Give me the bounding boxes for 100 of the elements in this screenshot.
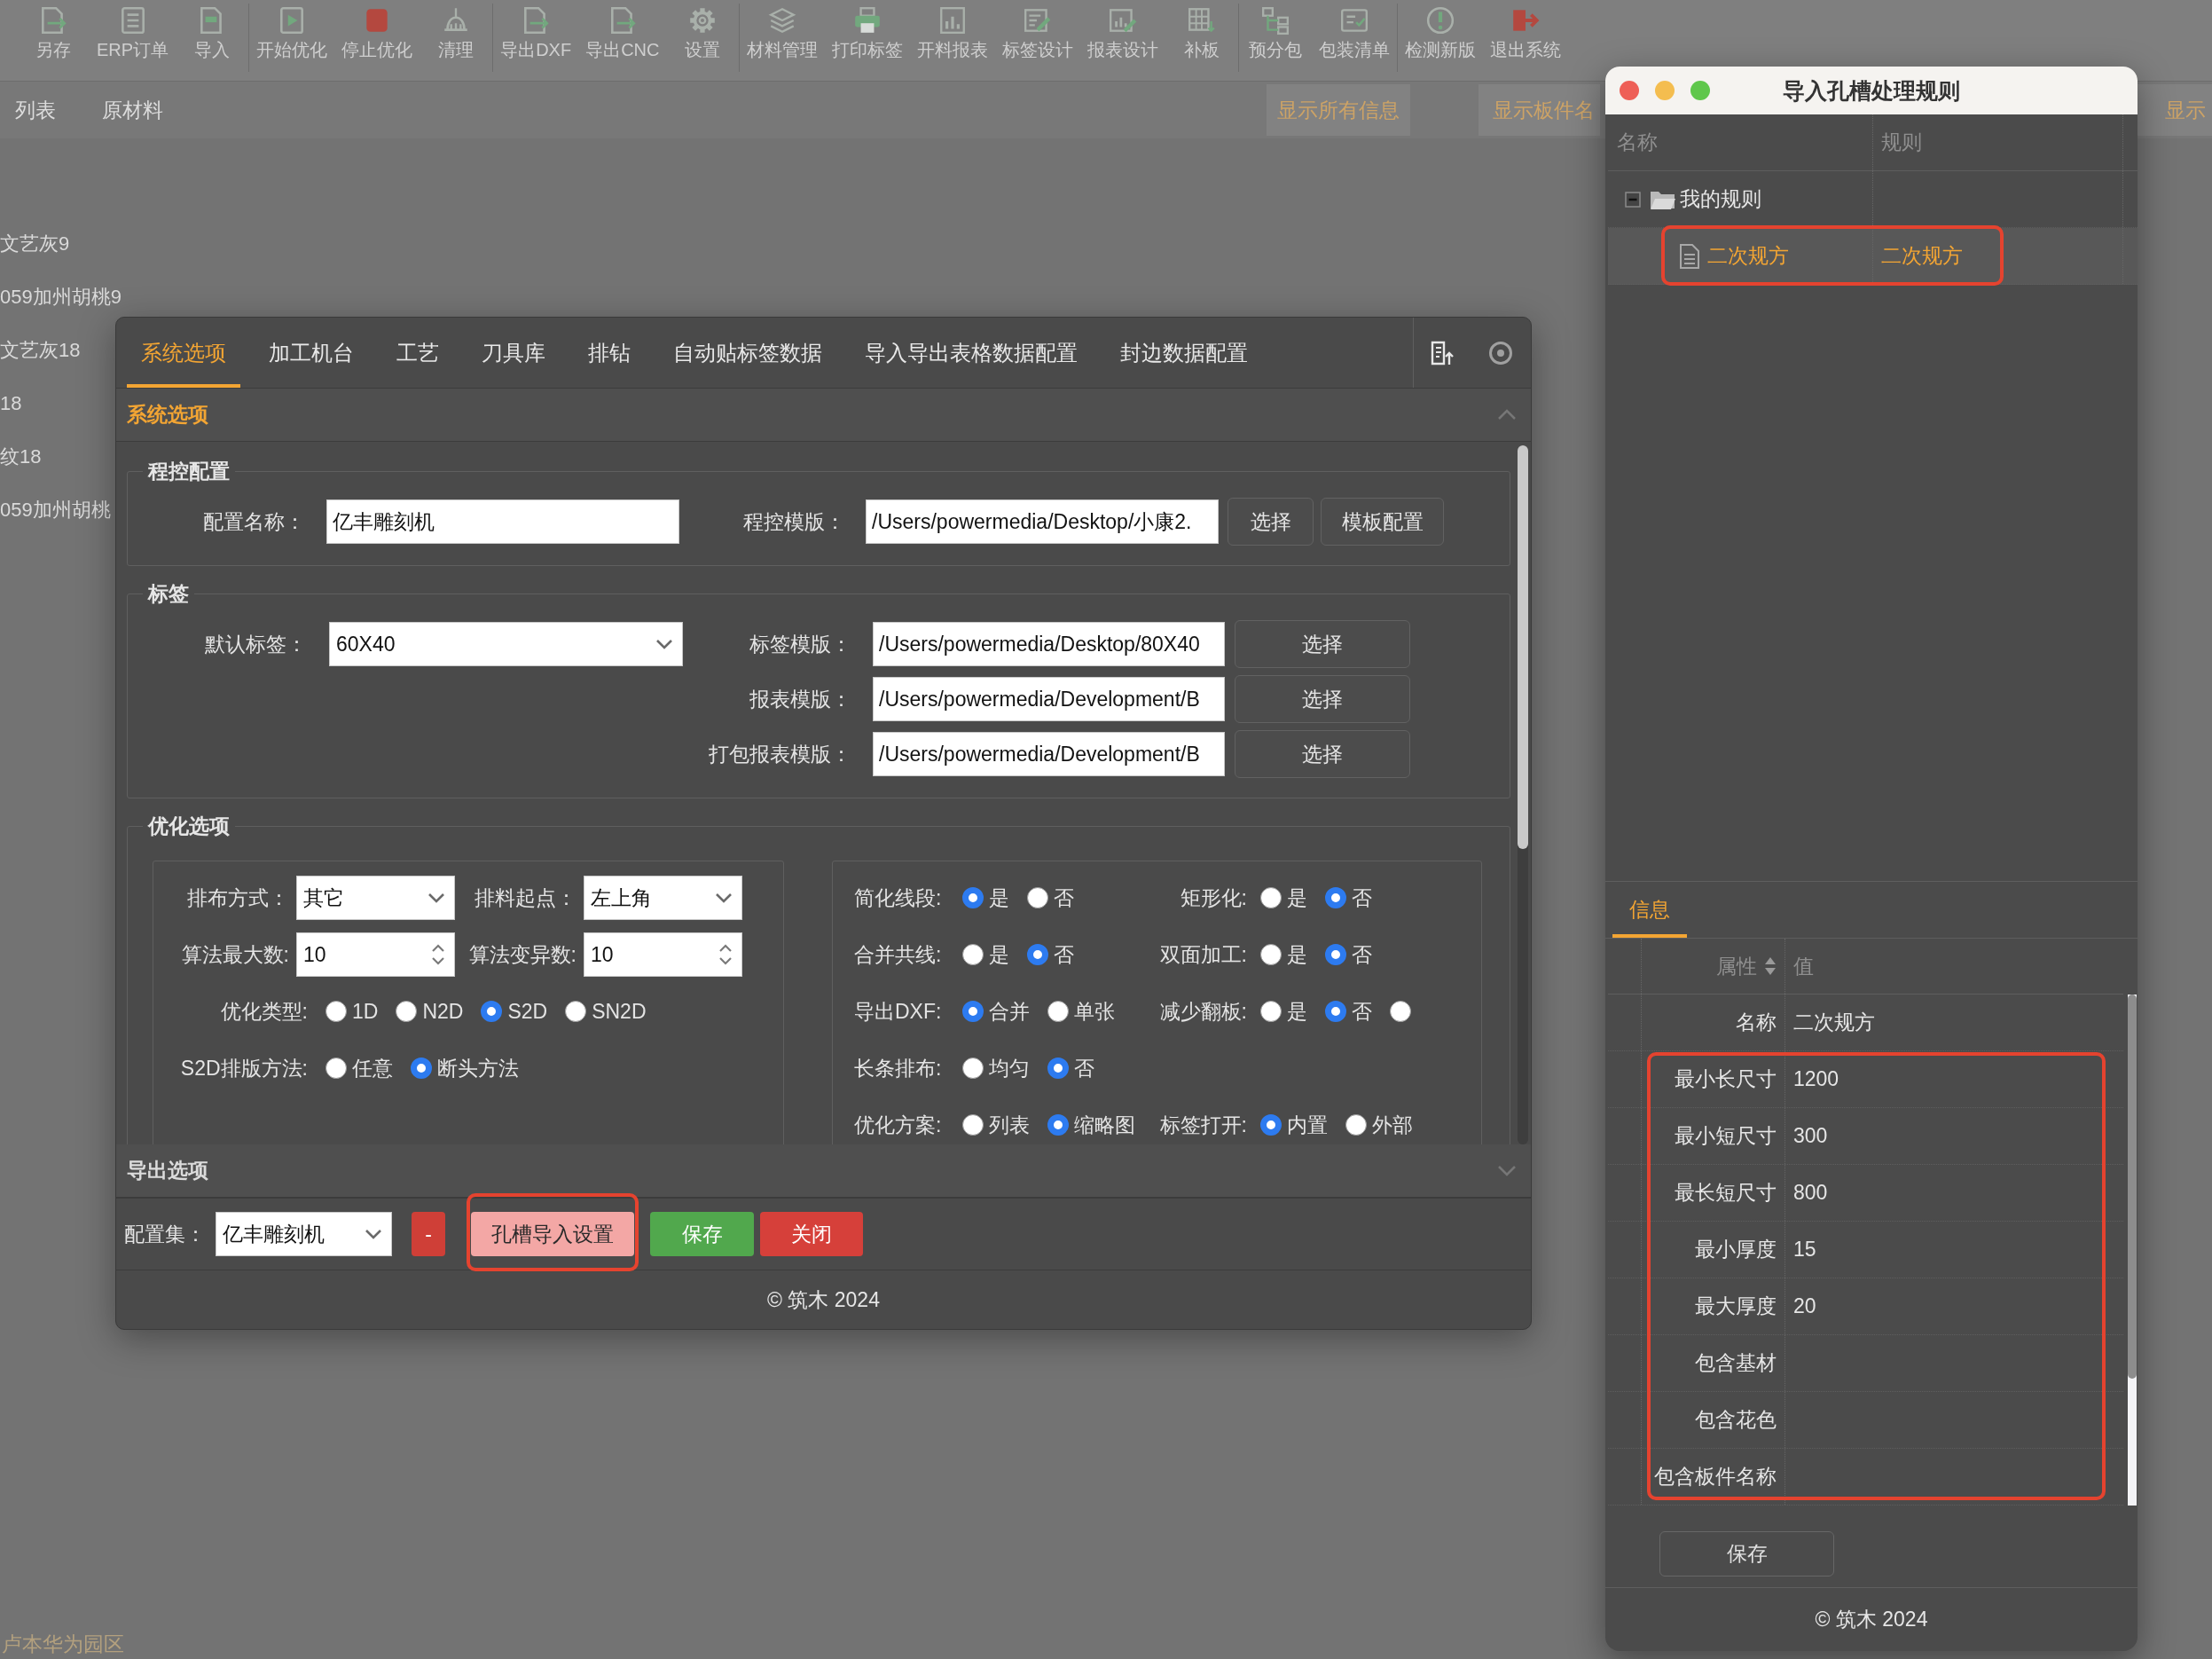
number-field[interactable]: 10 xyxy=(296,932,455,977)
minus-box-icon[interactable] xyxy=(1625,191,1641,208)
choose-button[interactable]: 选择 xyxy=(1235,620,1410,668)
chevron-up-icon xyxy=(1497,409,1517,421)
toolbar-button[interactable]: 打印标签 xyxy=(825,0,911,81)
list-item[interactable]: 纹18 xyxy=(0,444,42,470)
path-field[interactable]: /Users/powermedia/Development/B xyxy=(873,732,1225,776)
toolbar-button[interactable]: 导入 xyxy=(176,0,249,81)
radio-button[interactable] xyxy=(1047,1058,1069,1079)
dropdown[interactable]: 左上角 xyxy=(584,876,742,920)
number-field[interactable]: 10 xyxy=(584,932,742,977)
radio-button[interactable] xyxy=(565,1001,587,1022)
save-button[interactable]: 保存 xyxy=(650,1212,754,1256)
tab[interactable]: 自动贴标签数据 xyxy=(659,318,836,388)
tab[interactable]: 刀具库 xyxy=(467,318,560,388)
toolbar-button[interactable]: 开料报表 xyxy=(910,0,996,81)
radio-button[interactable] xyxy=(962,1114,984,1136)
list-item[interactable]: 18 xyxy=(0,392,22,415)
radio-button[interactable] xyxy=(1325,944,1346,965)
path-field[interactable]: /Users/powermedia/Development/B xyxy=(873,677,1225,721)
radio-button[interactable] xyxy=(962,944,984,965)
radio-button[interactable] xyxy=(1260,887,1282,908)
tab[interactable]: 排钻 xyxy=(574,318,645,388)
radio-button[interactable] xyxy=(481,1001,503,1022)
toolbar-button[interactable]: 预分包 xyxy=(1239,0,1313,81)
path-field[interactable]: /Users/powermedia/Desktop/小康2. xyxy=(866,499,1219,544)
tab[interactable]: 导入导出表格数据配置 xyxy=(851,318,1092,388)
radio-button[interactable] xyxy=(1047,1114,1069,1136)
toolbar-button[interactable]: 退出系统 xyxy=(1483,0,1569,81)
sort-icon[interactable] xyxy=(1764,956,1777,976)
close-button[interactable]: 关闭 xyxy=(760,1212,863,1256)
section-header[interactable]: 系统选项 xyxy=(116,389,1531,442)
toolbar-button[interactable]: 材料管理 xyxy=(740,0,826,81)
radio-button[interactable] xyxy=(326,1058,347,1079)
tree-row[interactable]: 二次规方 二次规方 xyxy=(1608,228,2137,285)
toolbar-button[interactable]: 报表设计 xyxy=(1080,0,1166,81)
remove-button[interactable]: - xyxy=(412,1212,445,1256)
toolbar-button[interactable]: 开始优化 xyxy=(249,0,335,81)
toolbar-button[interactable]: 导出CNC xyxy=(578,0,667,81)
view-tab[interactable]: 原材料 xyxy=(97,82,169,138)
radio-button[interactable] xyxy=(1325,887,1346,908)
text-field[interactable]: 亿丰雕刻机 xyxy=(326,499,679,544)
group-title: 标签 xyxy=(146,581,190,607)
toolbar-button[interactable]: 包装清单 xyxy=(1312,0,1398,81)
choose-button[interactable]: 选择 xyxy=(1235,730,1410,778)
list-item[interactable]: 文艺灰18 xyxy=(0,337,81,364)
choose-button[interactable]: 选择 xyxy=(1228,498,1314,546)
tab[interactable]: 工艺 xyxy=(382,318,453,388)
toolbar-button[interactable]: 清理 xyxy=(420,0,493,81)
circle-dot-icon[interactable] xyxy=(1488,340,1513,366)
column-header: 规则 xyxy=(1881,130,1922,155)
radio-button[interactable] xyxy=(962,1058,984,1079)
radio-button[interactable] xyxy=(1390,1001,1411,1022)
choose-button[interactable]: 选择 xyxy=(1235,675,1410,723)
radio-button[interactable] xyxy=(1325,1001,1346,1022)
tab[interactable]: 信息 xyxy=(1612,882,1687,938)
list-item[interactable]: 文艺灰9 xyxy=(0,231,70,257)
scrollbar-thumb[interactable] xyxy=(2128,995,2137,1379)
view-tab[interactable]: 列表 xyxy=(0,82,61,138)
import-settings-button[interactable]: 孔槽导入设置 xyxy=(471,1212,634,1256)
radio-button[interactable] xyxy=(1260,944,1282,965)
scrollbar-thumb[interactable] xyxy=(1518,445,1528,849)
toolbar-button[interactable]: 检测新版 xyxy=(1398,0,1484,81)
toolbar-button[interactable]: 另存 xyxy=(17,0,90,81)
toolbar-button[interactable]: 设置 xyxy=(666,0,740,81)
scrollbar[interactable] xyxy=(1518,445,1528,1144)
radio-button[interactable] xyxy=(326,1001,347,1022)
tab[interactable]: 封边数据配置 xyxy=(1106,318,1262,388)
scrollbar[interactable] xyxy=(2128,995,2137,1506)
toolbar-button[interactable]: 导出DXF xyxy=(493,0,579,81)
toolbar-button[interactable]: 补板 xyxy=(1165,0,1239,81)
toolbar-button[interactable]: ERP订单 xyxy=(90,0,176,81)
close-button[interactable] xyxy=(1620,81,1639,100)
document-upload-icon[interactable] xyxy=(1429,339,1455,366)
hierarchy-icon xyxy=(1260,5,1291,35)
option-label: 否 xyxy=(1352,885,1372,911)
layers-icon xyxy=(767,5,798,35)
section-header[interactable]: 导出选项 xyxy=(116,1144,1531,1198)
save-button[interactable]: 保存 xyxy=(1659,1531,1834,1576)
tab[interactable]: 加工机台 xyxy=(255,318,368,388)
radio-button[interactable] xyxy=(411,1058,432,1079)
toolbar-button[interactable]: 停止优化 xyxy=(334,0,420,81)
radio-button[interactable] xyxy=(962,1001,984,1022)
toolbar-button[interactable]: 标签设计 xyxy=(995,0,1081,81)
template-button[interactable]: 模板配置 xyxy=(1321,498,1444,546)
list-item[interactable]: 059加州胡桃 xyxy=(0,497,111,523)
radio-button[interactable] xyxy=(396,1001,418,1022)
radio-button[interactable] xyxy=(1260,1114,1282,1136)
option-label: 是 xyxy=(989,885,1009,911)
list-item[interactable]: 059加州胡桃9 xyxy=(0,284,122,311)
dropdown[interactable]: 其它 xyxy=(296,876,455,920)
dropdown[interactable]: 60X40 xyxy=(329,622,683,666)
radio-button[interactable] xyxy=(1027,944,1048,965)
path-field[interactable]: /Users/powermedia/Desktop/80X40 xyxy=(873,622,1225,666)
dropdown[interactable]: 亿丰雕刻机 xyxy=(216,1212,392,1256)
radio-button[interactable] xyxy=(1260,1001,1282,1022)
radio-button[interactable] xyxy=(962,887,984,908)
radio-button[interactable] xyxy=(1345,1114,1367,1136)
radio-button[interactable] xyxy=(1027,887,1048,908)
radio-button[interactable] xyxy=(1047,1001,1069,1022)
